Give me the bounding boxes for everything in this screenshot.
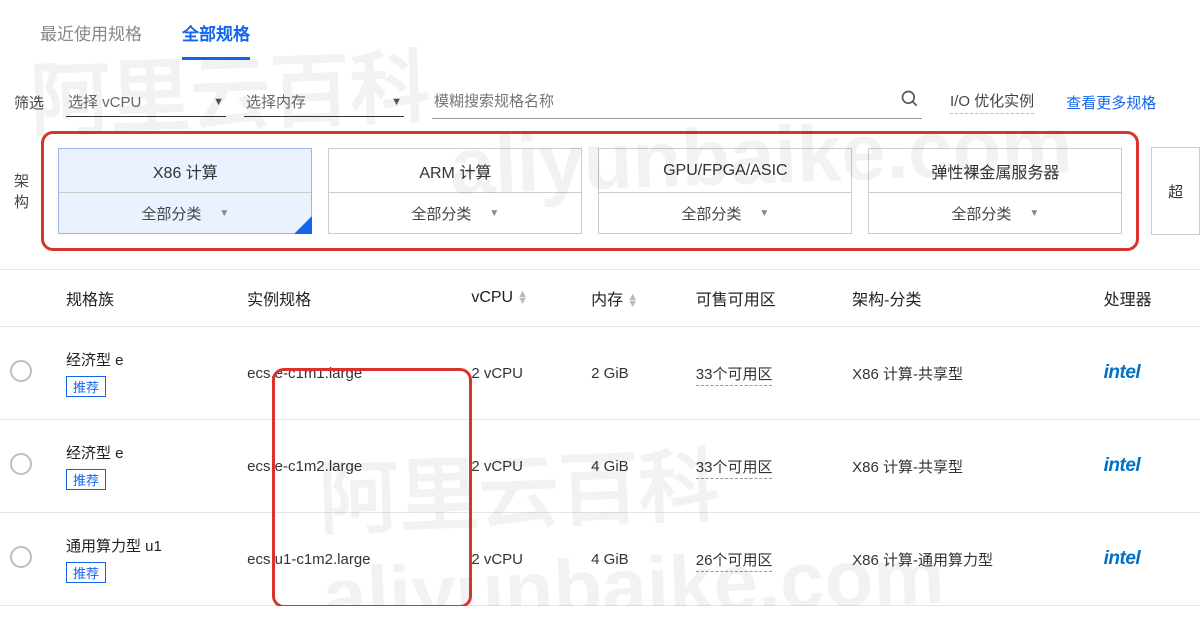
vcpu-cell: 2 vCPU bbox=[461, 420, 581, 513]
arch-card-title: X86 计算 bbox=[59, 149, 311, 193]
col-archcat[interactable]: 架构-分类 bbox=[842, 270, 1093, 327]
intel-logo: intel bbox=[1104, 362, 1141, 383]
chevron-down-icon: ▼ bbox=[489, 208, 499, 219]
mem-cell: 4 GiB bbox=[581, 420, 686, 513]
spec-cell: ecs.e-c1m2.large bbox=[237, 420, 461, 513]
search-wrap bbox=[432, 85, 922, 119]
table-row[interactable]: 经济型 e 推荐 ecs.e-c1m2.large 2 vCPU 4 GiB 33… bbox=[0, 420, 1200, 513]
recommend-badge: 推荐 bbox=[66, 469, 106, 490]
arch-card-gpu[interactable]: GPU/FPGA/ASIC 全部分类 ▼ bbox=[598, 148, 852, 234]
archcat-cell: X86 计算-共享型 bbox=[842, 420, 1093, 513]
arch-card-arm[interactable]: ARM 计算 全部分类 ▼ bbox=[328, 148, 582, 234]
filter-label: 筛选 bbox=[14, 92, 44, 113]
memory-select-text: 选择内存 bbox=[246, 91, 306, 112]
chevron-down-icon: ▼ bbox=[219, 208, 229, 219]
intel-logo: intel bbox=[1104, 455, 1141, 476]
arch-card-x86[interactable]: X86 计算 全部分类 ▼ bbox=[58, 148, 312, 234]
check-corner-icon bbox=[294, 216, 312, 234]
spec-cell: ecs.e-c1m1.large bbox=[237, 327, 461, 420]
col-cpu[interactable]: 处理器 bbox=[1094, 270, 1200, 327]
archcat-cell: X86 计算-共享型 bbox=[842, 327, 1093, 420]
col-az[interactable]: 可售可用区 bbox=[686, 270, 842, 327]
chevron-down-icon: ▼ bbox=[391, 96, 402, 108]
vcpu-cell: 2 vCPU bbox=[461, 513, 581, 606]
arch-label: 架构 bbox=[14, 170, 41, 212]
chevron-down-icon: ▼ bbox=[1029, 208, 1039, 219]
vcpu-select-text: 选择 vCPU bbox=[68, 91, 141, 112]
recommend-badge: 推荐 bbox=[66, 376, 106, 397]
arch-card-baremetal[interactable]: 弹性裸金属服务器 全部分类 ▼ bbox=[868, 148, 1122, 234]
arch-card-title: ARM 计算 bbox=[329, 149, 581, 193]
arch-card-sub[interactable]: 全部分类 ▼ bbox=[59, 193, 311, 233]
arch-card-sub[interactable]: 全部分类 ▼ bbox=[869, 193, 1121, 233]
search-input[interactable] bbox=[434, 93, 900, 110]
col-family[interactable]: 规格族 bbox=[56, 270, 237, 327]
archcat-cell: X86 计算-通用算力型 bbox=[842, 513, 1093, 606]
search-icon[interactable] bbox=[900, 89, 920, 114]
arch-card-sub[interactable]: 全部分类 ▼ bbox=[599, 193, 851, 233]
recommend-badge: 推荐 bbox=[66, 562, 106, 583]
memory-select[interactable]: 选择内存 ▼ bbox=[244, 87, 404, 117]
arch-card-sub[interactable]: 全部分类 ▼ bbox=[329, 193, 581, 233]
az-cell[interactable]: 33个可用区 bbox=[696, 366, 773, 386]
az-cell[interactable]: 26个可用区 bbox=[696, 552, 773, 572]
family-name: 经济型 e bbox=[66, 349, 227, 370]
col-spec[interactable]: 实例规格 bbox=[237, 270, 461, 327]
io-optimized-label: I/O 优化实例 bbox=[950, 90, 1034, 114]
intel-logo: intel bbox=[1104, 548, 1141, 569]
vcpu-select[interactable]: 选择 vCPU ▼ bbox=[66, 87, 226, 117]
mem-cell: 2 GiB bbox=[581, 327, 686, 420]
family-name: 通用算力型 u1 bbox=[66, 535, 227, 556]
arch-card-title: GPU/FPGA/ASIC bbox=[599, 149, 851, 193]
table-row[interactable]: 经济型 e 推荐 ecs.e-c1m1.large 2 vCPU 2 GiB 33… bbox=[0, 327, 1200, 420]
col-vcpu[interactable]: vCPU▲▼ bbox=[461, 270, 581, 327]
sort-icon: ▲▼ bbox=[627, 294, 638, 308]
row-radio[interactable] bbox=[10, 546, 32, 568]
spec-table: 规格族 实例规格 vCPU▲▼ 内存▲▼ 可售可用区 架构-分类 处理器 经济型… bbox=[0, 269, 1200, 606]
spec-tabs: 最近使用规格 全部规格 bbox=[0, 0, 1200, 61]
az-cell[interactable]: 33个可用区 bbox=[696, 459, 773, 479]
sort-icon: ▲▼ bbox=[517, 291, 528, 305]
filter-row: 筛选 选择 vCPU ▼ 选择内存 ▼ I/O 优化实例 查看更多规格 bbox=[0, 61, 1200, 129]
row-radio[interactable] bbox=[10, 360, 32, 382]
arch-card-title: 弹性裸金属服务器 bbox=[869, 149, 1121, 193]
chevron-down-icon: ▼ bbox=[759, 208, 769, 219]
mem-cell: 4 GiB bbox=[581, 513, 686, 606]
tab-recent[interactable]: 最近使用规格 bbox=[40, 20, 142, 60]
col-mem[interactable]: 内存▲▼ bbox=[581, 270, 686, 327]
arch-card-extra[interactable]: 超 bbox=[1151, 147, 1200, 235]
arch-row: 架构 X86 计算 全部分类 ▼ ARM 计算 全部分类 ▼ GPU/FPGA/… bbox=[0, 129, 1200, 253]
tab-all[interactable]: 全部规格 bbox=[182, 20, 250, 60]
family-name: 经济型 e bbox=[66, 442, 227, 463]
col-radio bbox=[0, 270, 56, 327]
arch-cards: X86 计算 全部分类 ▼ ARM 计算 全部分类 ▼ GPU/FPGA/ASI… bbox=[41, 131, 1139, 251]
chevron-down-icon: ▼ bbox=[213, 96, 224, 108]
row-radio[interactable] bbox=[10, 453, 32, 475]
more-specs-link[interactable]: 查看更多规格 bbox=[1066, 92, 1156, 113]
table-row[interactable]: 通用算力型 u1 推荐 ecs.u1-c1m2.large 2 vCPU 4 Gi… bbox=[0, 513, 1200, 606]
spec-cell: ecs.u1-c1m2.large bbox=[237, 513, 461, 606]
vcpu-cell: 2 vCPU bbox=[461, 327, 581, 420]
